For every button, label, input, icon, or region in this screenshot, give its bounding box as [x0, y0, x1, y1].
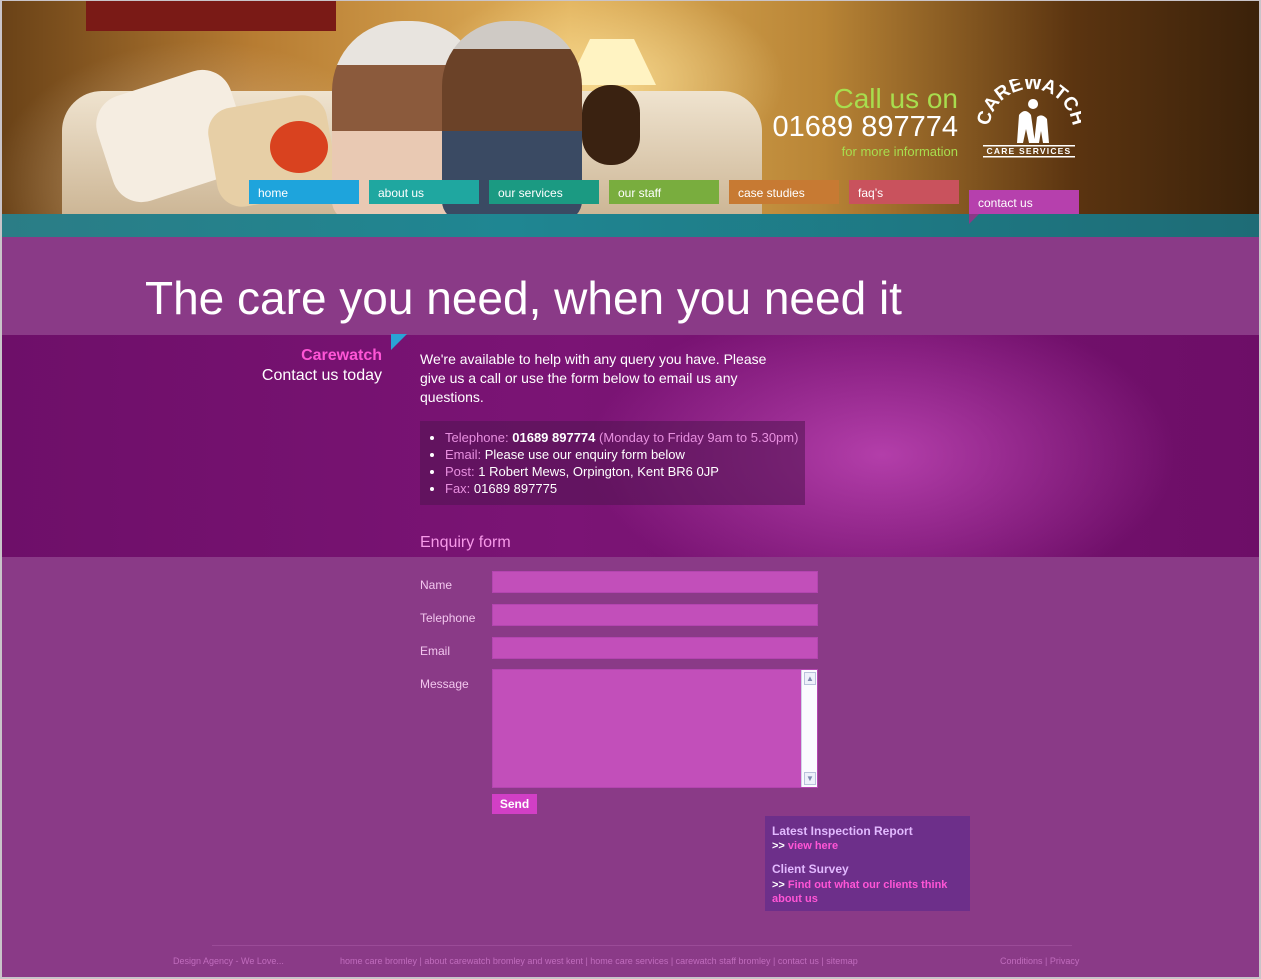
inspection-link[interactable]: view here	[788, 840, 838, 852]
name-input[interactable]	[492, 571, 818, 593]
nav-faqs[interactable]: faq’s	[849, 180, 959, 204]
logo-figures-icon	[1017, 99, 1049, 143]
scroll-up-icon[interactable]: ▲	[804, 672, 816, 685]
message-label: Message	[420, 677, 469, 691]
call-us-phone: 01689 897774	[772, 111, 958, 143]
contact-telephone: Telephone: 01689 897774 (Monday to Frida…	[445, 429, 805, 446]
header-bottom-strip	[2, 214, 1259, 237]
call-us-subtext: for more information	[841, 144, 958, 159]
nav-home[interactable]: home	[249, 180, 359, 204]
send-button[interactable]: Send	[492, 794, 537, 814]
scroll-down-icon[interactable]: ▼	[804, 772, 816, 785]
contact-details: Telephone: 01689 897774 (Monday to Frida…	[420, 421, 805, 505]
nav-our-services[interactable]: our services	[489, 180, 599, 204]
intro-text: We're available to help with any query y…	[420, 351, 767, 405]
contact-fax: Fax: 01689 897775	[445, 480, 805, 497]
page-frame: Call us on 01689 897774 for more informa…	[0, 0, 1261, 979]
survey-title: Client Survey	[772, 862, 849, 876]
footer-agency-link[interactable]: Design Agency - We Love...	[173, 956, 284, 966]
sidebar-brand: Carewatch	[301, 347, 382, 364]
enquiry-form-title: Enquiry form	[420, 534, 511, 551]
footer-legal[interactable]: Conditions | Privacy	[1000, 956, 1079, 966]
telephone-input[interactable]	[492, 604, 818, 626]
hero-headline: The care you need, when you need it	[145, 272, 902, 324]
nav-case-studies[interactable]: case studies	[729, 180, 839, 204]
message-textarea[interactable]: ▲ ▼	[492, 669, 818, 788]
hero-section: The care you need, when you need it	[2, 237, 1259, 335]
sidebar-tagline: Contact us today	[261, 367, 382, 384]
contact-email: Email: Please use our enquiry form below	[445, 446, 805, 463]
corner-accent	[391, 334, 407, 350]
header-photo-flower	[270, 121, 328, 173]
survey-line: >> Find out what our clients think about…	[772, 879, 948, 905]
contact-post: Post: 1 Robert Mews, Orpington, Kent BR6…	[445, 463, 805, 480]
email-label: Email	[420, 644, 451, 658]
nav-contact-us[interactable]: contact us	[969, 190, 1079, 214]
message-scrollbar[interactable]: ▲ ▼	[801, 670, 817, 787]
inspection-title: Latest Inspection Report	[772, 824, 913, 838]
carewatch-logo[interactable]: CAREWATCH CARE SERVICES	[977, 79, 1081, 159]
contact-list: Telephone: 01689 897774 (Monday to Frida…	[445, 429, 805, 497]
logo-subtext: CARE SERVICES	[987, 146, 1072, 156]
footer-divider	[212, 945, 1072, 946]
email-input[interactable]	[492, 637, 818, 659]
survey-link[interactable]: Find out what our clients think about us	[772, 879, 947, 905]
nav-our-staff[interactable]: our staff	[609, 180, 719, 204]
header-photo-picture-frame	[86, 1, 336, 31]
nav-about-us[interactable]: about us	[369, 180, 479, 204]
nav-active-pointer	[969, 214, 979, 224]
header-photo-lamp-base	[582, 85, 640, 165]
telephone-label: Telephone	[420, 611, 476, 625]
name-label: Name	[420, 578, 453, 592]
inspection-line: >> view here	[772, 840, 839, 852]
info-box: Latest Inspection Report >> view here Cl…	[765, 816, 970, 911]
footer-links[interactable]: home care bromley | about carewatch brom…	[340, 956, 858, 966]
